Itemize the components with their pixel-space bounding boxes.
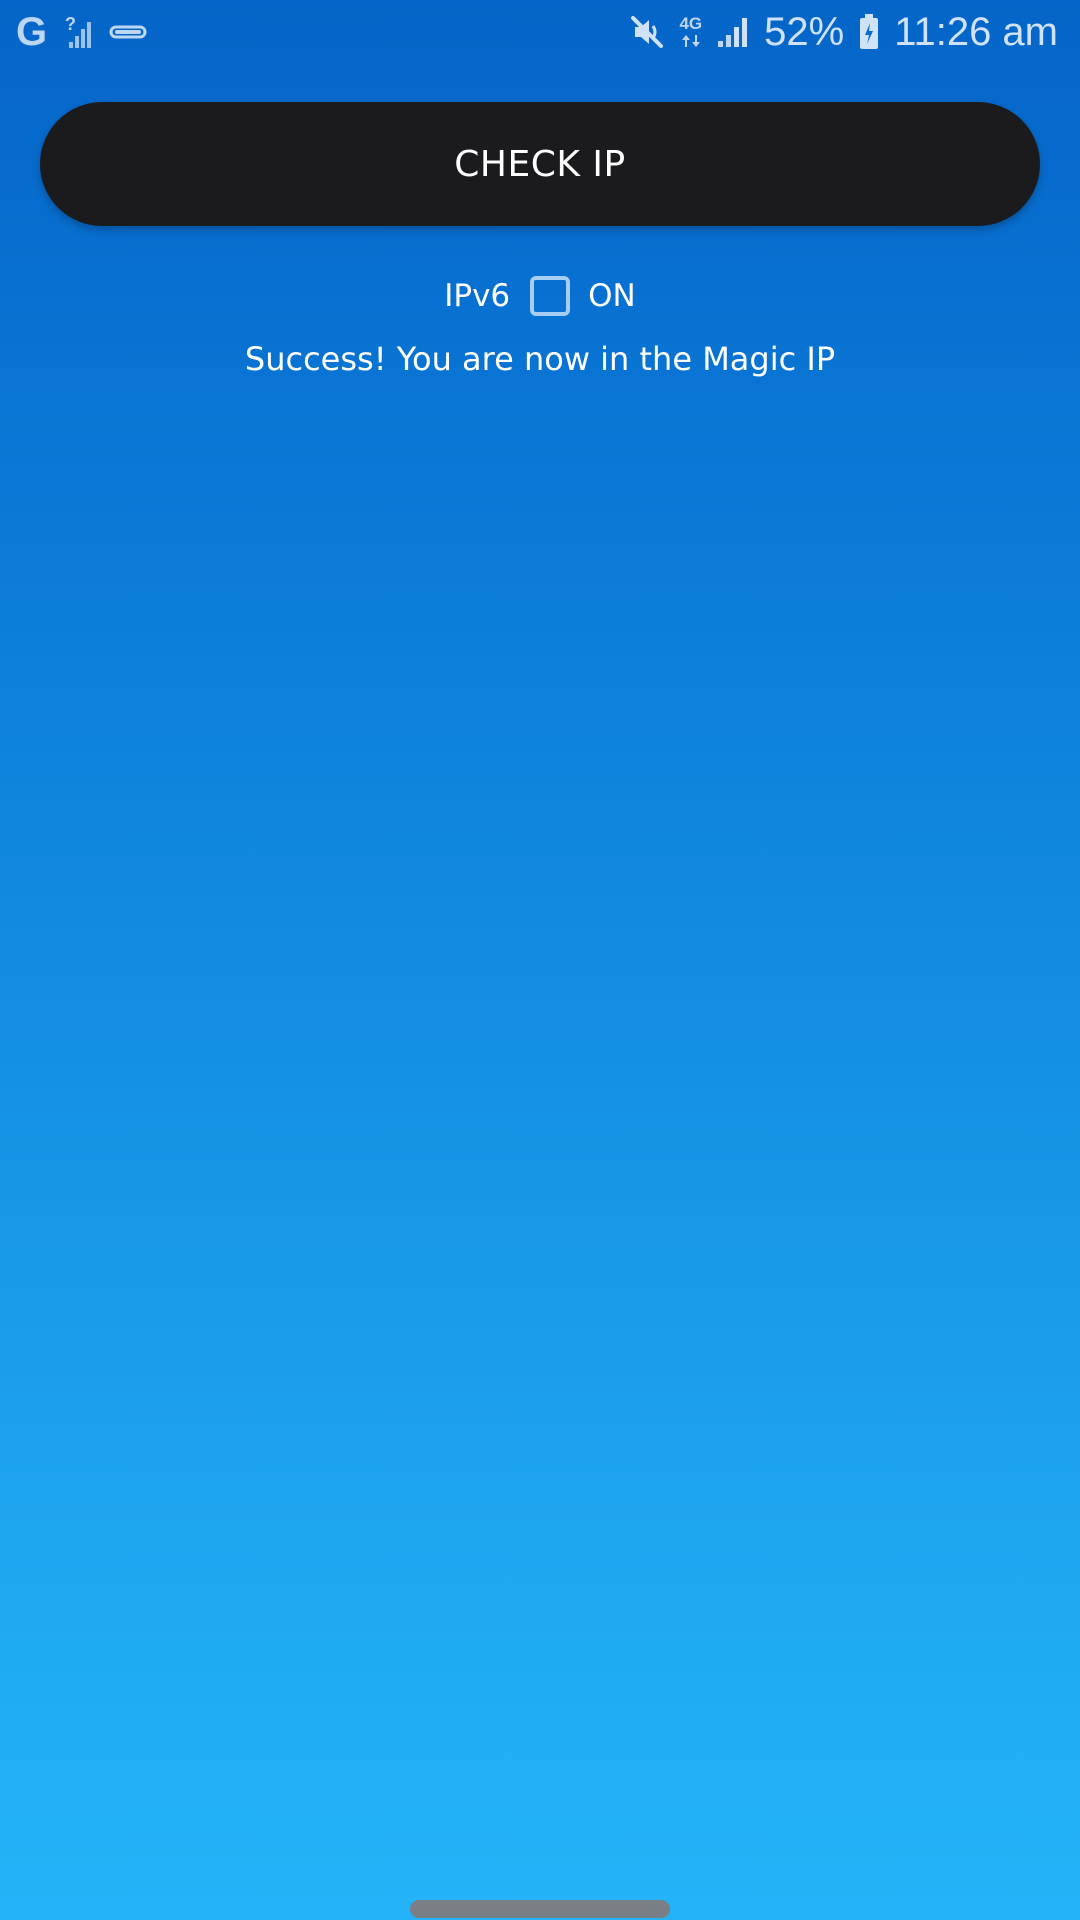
status-bar-left: G ?: [16, 10, 147, 54]
network-type-label: 4G: [679, 14, 703, 33]
check-ip-label: CHECK IP: [454, 143, 626, 185]
ipv6-label: IPv6: [444, 278, 511, 314]
ipv6-checkbox[interactable]: [530, 276, 571, 316]
app-screen: G ? 4G 52% 11:26 am CHECK IP IPv6 ON Suc…: [0, 0, 1080, 1920]
status-bar-right: 4G 52% 11:26 am: [629, 8, 1058, 56]
clock: 11:26 am: [894, 10, 1058, 54]
google-icon: G: [16, 10, 48, 54]
check-ip-button[interactable]: CHECK IP: [40, 102, 1040, 226]
signal-icon: [718, 18, 748, 47]
cast-icon: [109, 25, 147, 39]
svg-text:?: ?: [65, 14, 76, 34]
battery-percent: 52%: [764, 10, 845, 54]
status-bar: G ? 4G 52% 11:26 am: [0, 0, 1080, 64]
status-message: Success! You are now in the Magic IP: [244, 340, 836, 378]
battery-icon: [860, 14, 879, 49]
signal-unknown-icon: ?: [65, 14, 92, 48]
mute-icon: [631, 16, 664, 48]
network-4g-icon: 4G: [679, 15, 702, 49]
ipv6-toggle-row: IPv6 ON: [0, 270, 1080, 322]
home-indicator[interactable]: [410, 1900, 670, 1918]
on-label: ON: [588, 278, 636, 314]
data-arrows-icon: [681, 35, 700, 47]
